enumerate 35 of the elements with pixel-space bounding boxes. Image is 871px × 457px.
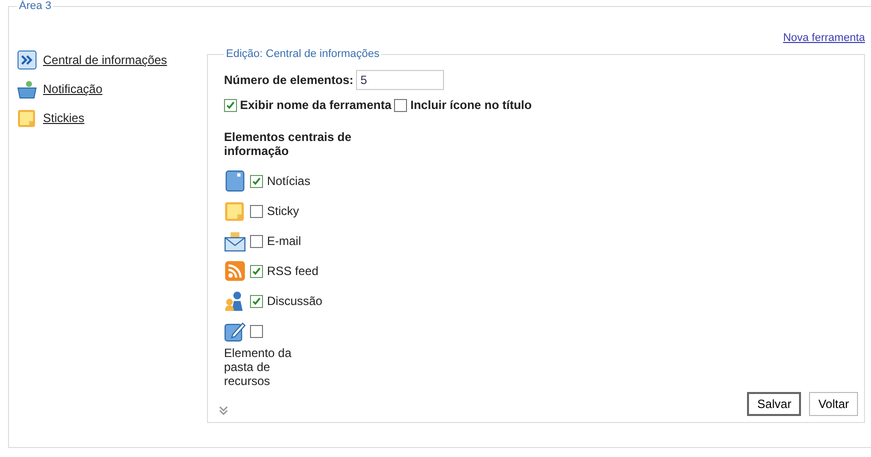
- sidebar-link[interactable]: Notificação: [43, 82, 102, 96]
- sticky-note-icon: [17, 108, 37, 128]
- element-label: Sticky: [267, 204, 300, 218]
- sticky-note-icon: [224, 200, 246, 222]
- checkbox[interactable]: [224, 98, 237, 112]
- checkbox[interactable]: [250, 324, 263, 338]
- form-button[interactable]: Salvar: [747, 392, 802, 416]
- checkbox[interactable]: [250, 174, 263, 188]
- sidebar-link[interactable]: Central de informações: [43, 53, 168, 67]
- checkbox[interactable]: [394, 98, 408, 112]
- element-label: Notícias: [267, 174, 310, 188]
- element-label: RSS feed: [267, 264, 318, 278]
- form-button[interactable]: Voltar: [809, 392, 858, 416]
- edit-icon: [224, 320, 246, 342]
- checkbox[interactable]: [250, 204, 263, 218]
- new-tool-link[interactable]: Nova ferramenta: [783, 32, 865, 48]
- checkbox[interactable]: [250, 294, 263, 308]
- expand-chevron-icon[interactable]: [218, 405, 229, 416]
- rss-icon: [224, 260, 246, 282]
- elements-heading: Elementos centrais de informação: [224, 130, 352, 158]
- element-label: Elemento da pasta de recursos: [224, 346, 292, 388]
- count-label: Número de elementos:: [224, 73, 354, 87]
- element-label: Discussão: [267, 294, 322, 308]
- element-label: E-mail: [267, 234, 302, 248]
- envelope-icon: [224, 230, 246, 252]
- sidebar-link[interactable]: Stickies: [43, 111, 84, 125]
- document-icon: [224, 170, 246, 192]
- count-input[interactable]: 5: [356, 70, 444, 90]
- edit-legend: Edição: Central de informações: [224, 48, 382, 60]
- double-chevron-icon: [17, 50, 37, 70]
- tray-icon: [17, 79, 37, 99]
- checkbox[interactable]: [250, 234, 263, 248]
- option-label: Incluir ícone no título: [410, 98, 532, 112]
- checkbox[interactable]: [250, 264, 263, 278]
- option-label: Exibir nome da ferramenta: [240, 98, 392, 112]
